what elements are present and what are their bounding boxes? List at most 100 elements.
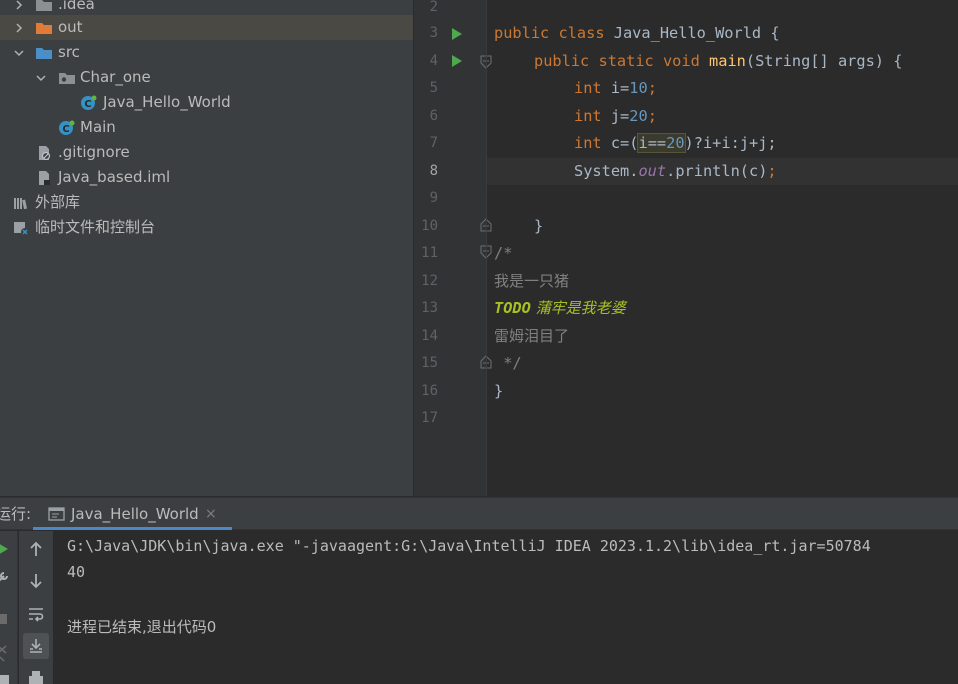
keyword: int: [574, 134, 602, 152]
line-number: 5: [429, 80, 438, 96]
number-literal: 10: [629, 79, 648, 97]
wrench-icon[interactable]: [0, 571, 9, 585]
line-number: 16: [421, 383, 438, 399]
tree-item-label: Java_Hello_World: [103, 93, 231, 111]
punct: {: [761, 24, 780, 42]
library-icon: [12, 190, 30, 215]
line-number: 12: [421, 273, 438, 289]
tree-item-out[interactable]: out: [0, 15, 413, 40]
run-class-icon[interactable]: [451, 27, 463, 41]
arrow-up-icon[interactable]: [23, 536, 49, 562]
class-name: Java_Hello_World: [613, 24, 762, 42]
keyword: void: [662, 52, 700, 70]
editor-gutter[interactable]: 2 3 4 5 6 7 8 9 10 11 12 13 14 15 16 17: [414, 0, 492, 496]
console-tab-icon: [48, 507, 65, 521]
rerun-icon[interactable]: [0, 542, 9, 556]
code-text: c=(: [601, 134, 639, 152]
code-line-16[interactable]: }: [494, 378, 503, 405]
semicolon: ;: [647, 79, 657, 97]
indent-guide: [486, 0, 487, 496]
code-line-3[interactable]: public class Java_Hello_World {: [494, 20, 780, 47]
tree-item-java-hello-world[interactable]: C Java_Hello_World: [0, 90, 413, 115]
folder-orange-icon: [35, 15, 53, 40]
run-tab[interactable]: Java_Hello_World ×: [33, 498, 232, 530]
iml-file-icon: [35, 165, 53, 190]
stop-icon[interactable]: [0, 613, 8, 625]
keyword: class: [558, 24, 605, 42]
line-number: 3: [429, 25, 438, 41]
code-text: (String[] args) {: [745, 52, 903, 70]
code-line-15[interactable]: */: [494, 350, 521, 377]
number-literal: 20: [629, 107, 648, 125]
arrow-down-icon[interactable]: [23, 568, 49, 594]
code-text: System.: [574, 162, 639, 180]
tree-item-external-libraries[interactable]: 外部库: [0, 190, 413, 215]
scratch-icon: [12, 215, 30, 240]
chevron-down-icon[interactable]: [35, 65, 47, 90]
keyword: static: [598, 52, 654, 70]
tree-item-char-one[interactable]: Char_one: [0, 65, 413, 90]
static-field: out: [638, 162, 667, 180]
code-line-13[interactable]: TODO 蒲牢是我老婆: [494, 295, 626, 322]
print-icon[interactable]: [23, 665, 49, 684]
package-icon: [58, 65, 76, 90]
code-line-10[interactable]: }: [534, 213, 543, 240]
tree-item-main[interactable]: C Main: [0, 115, 413, 140]
line-number: 11: [421, 245, 438, 261]
gitignore-file-icon: [35, 140, 53, 165]
java-class-icon: C: [80, 90, 98, 115]
code-line-12[interactable]: 我是一只猪: [494, 268, 569, 295]
tree-item-label: 外部库: [35, 193, 81, 211]
chevron-down-icon[interactable]: [13, 40, 25, 65]
console-line-output: 40: [67, 563, 86, 581]
tree-item-scratches[interactable]: 临时文件和控制台: [0, 215, 413, 240]
tree-item-label: 临时文件和控制台: [35, 218, 156, 236]
camera-icon[interactable]: [0, 671, 10, 684]
code-line-6[interactable]: int j=20;: [574, 103, 657, 130]
line-number: 6: [429, 108, 438, 124]
todo-text: 蒲牢是我老婆: [530, 299, 626, 317]
code-line-7[interactable]: int c=(i==20)?i+i:j+j;: [574, 130, 777, 157]
code-line-14[interactable]: 雷姆泪目了: [494, 323, 569, 350]
number-literal: 20: [666, 134, 685, 152]
exit-icon[interactable]: [0, 643, 10, 663]
semicolon: ;: [647, 107, 657, 125]
highlighted-expression: i==20: [637, 133, 686, 153]
code-line-8[interactable]: System.out.println(c);: [574, 158, 777, 185]
console-toolbar: [19, 531, 53, 684]
project-tool-window: .idea out src Char_one C Java_Hello_Worl…: [0, 0, 413, 496]
soft-wrap-icon[interactable]: [23, 601, 49, 627]
line-number: 4: [429, 53, 438, 69]
semicolon: ;: [767, 162, 777, 180]
method-name: main: [709, 52, 746, 70]
run-tool-window-header: 运行: Java_Hello_World ×: [0, 497, 958, 530]
tree-item-label: out: [58, 18, 83, 36]
tree-item-label: .gitignore: [58, 143, 130, 161]
line-number-current: 8: [429, 163, 438, 179]
console-line-command: G:\Java\JDK\bin\java.exe "-javaagent:G:\…: [67, 537, 871, 555]
code-line-4[interactable]: public static void main(String[] args) {: [534, 48, 902, 75]
code-line-11[interactable]: /*: [494, 240, 512, 267]
folder-blue-icon: [35, 40, 53, 65]
run-main-icon[interactable]: [451, 54, 463, 68]
tree-item-gitignore[interactable]: .gitignore: [0, 140, 413, 165]
code-text: i=: [601, 79, 630, 97]
console-line-exit: 进程已结束,退出代码0: [67, 618, 217, 636]
console-output[interactable]: G:\Java\JDK\bin\java.exe "-javaagent:G:\…: [54, 531, 958, 684]
close-tab-icon[interactable]: ×: [205, 498, 217, 530]
tree-item-iml[interactable]: Java_based.iml: [0, 165, 413, 190]
tree-item-src[interactable]: src: [0, 40, 413, 65]
keyword: int: [574, 107, 602, 125]
code-line-5[interactable]: int i=10;: [574, 75, 657, 102]
tree-item-label: Char_one: [80, 68, 151, 86]
line-number: 10: [421, 218, 438, 234]
scroll-to-end-icon[interactable]: [23, 633, 49, 659]
chevron-right-icon[interactable]: [13, 15, 25, 40]
line-number: 15: [421, 355, 438, 371]
tree-item-label: src: [58, 43, 80, 61]
line-number: 7: [429, 135, 438, 151]
line-number: 14: [421, 328, 438, 344]
keyword: public: [494, 24, 550, 42]
code-text: .println(c): [666, 162, 768, 180]
line-number: 9: [429, 190, 438, 206]
